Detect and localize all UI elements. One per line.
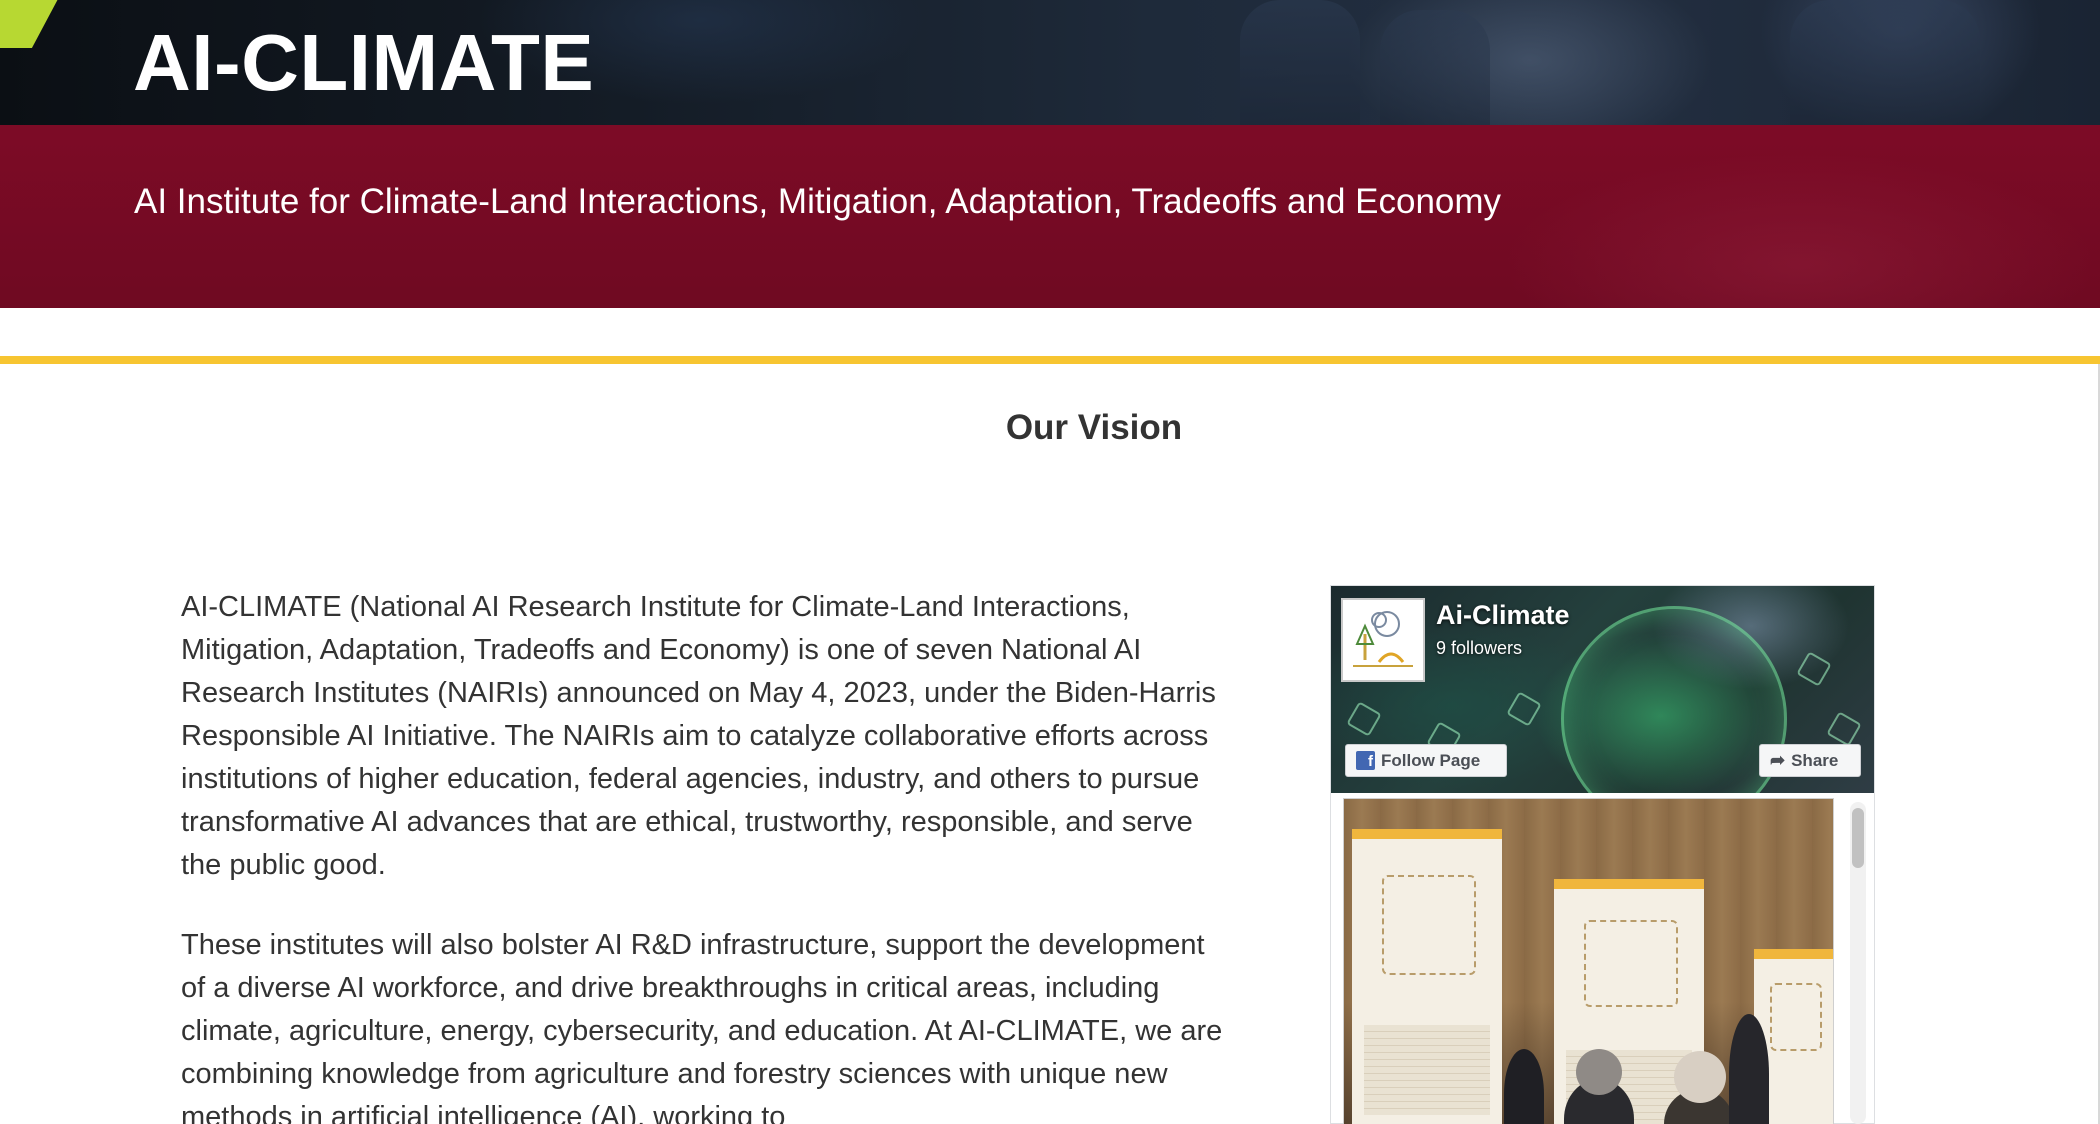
- hero-background-figure: [1240, 0, 1360, 125]
- post-photo[interactable]: [1343, 798, 1834, 1124]
- vision-paragraph: AI-CLIMATE (National AI Research Institu…: [181, 591, 1216, 881]
- hexagon-graphic: [1506, 691, 1542, 727]
- facebook-page-name[interactable]: Ai-Climate: [1436, 600, 1570, 631]
- person-figure: [1729, 1014, 1769, 1124]
- person-figure: [1504, 1049, 1544, 1124]
- gold-divider: [0, 356, 2100, 364]
- share-arrow-icon: ➦: [1770, 750, 1786, 770]
- vision-paragraph: These institutes will also bolster AI R&…: [181, 929, 1223, 1124]
- facebook-f-icon: f: [1356, 751, 1375, 770]
- facebook-follower-count: 9 followers: [1436, 638, 1523, 658]
- subtitle-band: AI Institute for Climate-Land Interactio…: [0, 125, 2100, 308]
- poster-stand: [1352, 829, 1502, 1124]
- hero-background-figure: [1790, 0, 1980, 125]
- site-subtitle: AI Institute for Climate-Land Interactio…: [134, 182, 1502, 221]
- share-button[interactable]: ➦ Share: [1759, 744, 1861, 777]
- hexagon-graphic: [1346, 701, 1382, 737]
- hexagon-graphic: [1796, 651, 1832, 687]
- ai-climate-logo[interactable]: [1341, 598, 1425, 682]
- person-head: [1576, 1049, 1622, 1095]
- facebook-cover-photo[interactable]: Ai-Climate 9 followers f Follow Page ➦ S…: [1331, 586, 1874, 793]
- section-heading: Our Vision: [1005, 408, 1183, 447]
- hero-banner: AI-CLIMATE: [0, 0, 2100, 125]
- hero-accent-shape: [0, 0, 69, 48]
- follow-page-button[interactable]: f Follow Page: [1345, 744, 1507, 777]
- globe-graphic: [1561, 606, 1787, 793]
- feed-scrollbar[interactable]: [1850, 802, 1866, 1124]
- hero-background-figure: [1380, 10, 1490, 125]
- feed-scrollbar-thumb[interactable]: [1852, 808, 1864, 868]
- person-head: [1674, 1051, 1726, 1103]
- site-title[interactable]: AI-CLIMATE: [133, 18, 594, 108]
- page: AI-CLIMATE AI Institute for Climate-Land…: [0, 0, 2100, 1124]
- ai-climate-logo-icon: [1353, 611, 1413, 667]
- hexagon-graphic: [1826, 711, 1862, 747]
- follow-page-label: Follow Page: [1381, 750, 1481, 770]
- vision-content: AI-CLIMATE (National AI Research Institu…: [181, 586, 1226, 1124]
- share-label: Share: [1791, 750, 1839, 770]
- facebook-feed[interactable]: [1331, 798, 1874, 1124]
- facebook-page-widget[interactable]: Ai-Climate 9 followers f Follow Page ➦ S…: [1330, 585, 1875, 1124]
